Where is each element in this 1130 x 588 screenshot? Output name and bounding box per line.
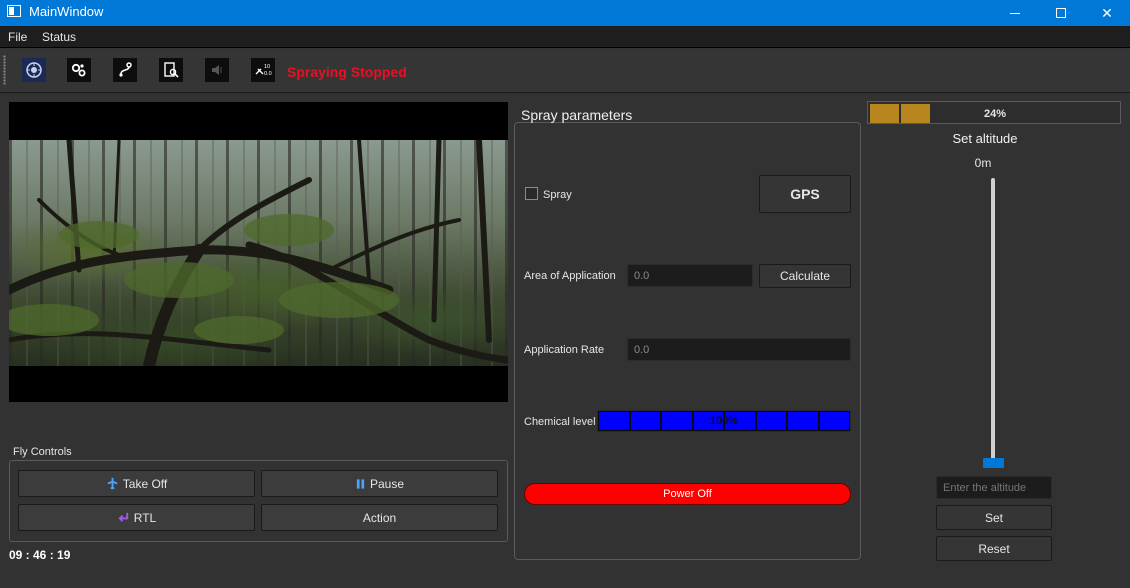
area-of-application-label: Area of Application [524, 270, 616, 282]
altitude-slider-handle[interactable] [983, 458, 1004, 468]
chemical-level-label: Chemical level [524, 416, 596, 428]
window-title: MainWindow [29, 4, 104, 19]
title-bar: MainWindow ✕ [0, 0, 1130, 26]
maximize-icon [1056, 8, 1066, 18]
area-of-application-input[interactable]: 0.0 [627, 264, 753, 287]
close-button[interactable]: ✕ [1084, 0, 1130, 26]
chemical-level-value: 100% [709, 415, 739, 427]
forest-video-frame [9, 140, 508, 366]
take-off-button[interactable]: Take Off [18, 470, 255, 497]
power-off-label: Power Off [663, 488, 712, 500]
menu-bar: File Status [0, 26, 1130, 48]
reset-label: Reset [978, 541, 1010, 556]
power-off-button[interactable]: Power Off [524, 483, 851, 505]
speaker-icon[interactable] [205, 58, 229, 82]
coordinates-icon[interactable]: 10 0.0 [251, 58, 275, 82]
application-rate-input[interactable]: 0.0 [627, 338, 851, 361]
spraying-status-text: Spraying Stopped [287, 64, 407, 80]
maximize-button[interactable] [1038, 0, 1084, 26]
minimize-button[interactable] [992, 0, 1038, 26]
altitude-slider-track[interactable] [991, 178, 995, 463]
close-icon: ✕ [1101, 4, 1113, 21]
set-altitude-title: Set altitude [952, 131, 1018, 146]
action-label: Action [362, 510, 397, 525]
gps-label: GPS [790, 186, 820, 202]
spray-parameters-title: Spray parameters [521, 107, 633, 123]
reset-altitude-button[interactable]: Reset [936, 536, 1052, 561]
app-window-icon [7, 5, 21, 17]
pause-button[interactable]: Pause [261, 470, 498, 497]
svg-text:10: 10 [264, 64, 270, 70]
toolbar: 10 0.0 Spraying Stopped [0, 49, 1130, 93]
pause-label: Pause [369, 476, 405, 491]
report-search-icon[interactable] [159, 58, 183, 82]
spray-checkbox[interactable] [525, 187, 538, 200]
route-icon[interactable] [113, 58, 137, 82]
emblem-icon[interactable] [22, 58, 46, 82]
altitude-input[interactable] [936, 476, 1052, 499]
menu-file[interactable]: File [8, 30, 27, 44]
pause-icon [356, 478, 365, 489]
calculate-button[interactable]: Calculate [759, 264, 851, 288]
set-label: Set [984, 510, 1003, 525]
calculate-label: Calculate [779, 269, 831, 283]
spray-checkbox-label: Spray [543, 189, 572, 201]
rtl-label: RTL [133, 510, 157, 525]
clock-display: 09 : 46 : 19 [9, 548, 71, 562]
application-rate-label: Application Rate [524, 344, 605, 356]
set-altitude-button[interactable]: Set [936, 505, 1052, 530]
menu-status[interactable]: Status [42, 30, 76, 44]
return-arrow-icon [118, 512, 128, 522]
altitude-current-value: 0m [974, 156, 992, 170]
altitude-progress-bar: 24% [867, 101, 1121, 124]
gps-button[interactable]: GPS [759, 175, 851, 213]
take-off-label: Take Off [122, 476, 168, 491]
minimize-icon [1010, 12, 1020, 14]
rtl-button[interactable]: RTL [18, 504, 255, 531]
toolbar-grip[interactable] [3, 55, 6, 85]
svg-text:0.0: 0.0 [264, 71, 272, 77]
airplane-icon [107, 477, 118, 490]
fly-controls-label: Fly Controls [13, 446, 72, 458]
camera-feed [9, 102, 508, 402]
action-button[interactable]: Action [261, 504, 498, 531]
settings-gears-icon[interactable] [67, 58, 91, 82]
altitude-progress-text: 24% [983, 107, 1007, 120]
